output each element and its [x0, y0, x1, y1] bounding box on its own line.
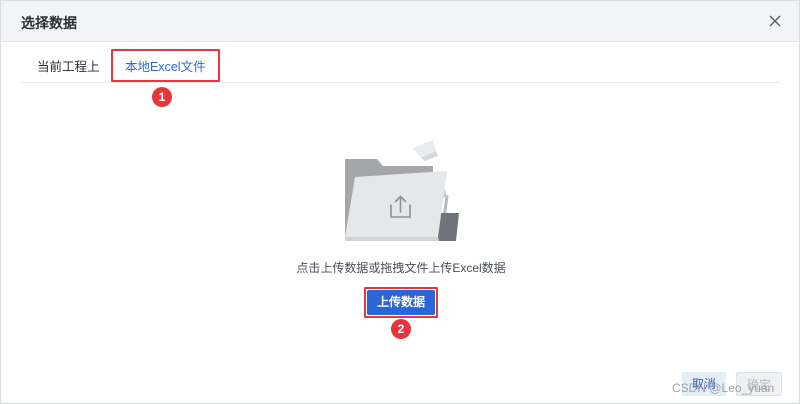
annotation-badge-1: 1 — [152, 87, 172, 107]
confirm-button[interactable]: 确定 — [736, 372, 782, 396]
dialog-title: 选择数据 — [21, 13, 77, 33]
cancel-button[interactable]: 取消 — [682, 372, 726, 396]
tab-bar: 当前工程上 本地Excel文件 — [21, 42, 781, 83]
dialog-header: 选择数据 — [1, 1, 799, 42]
tab-local-excel[interactable]: 本地Excel文件 — [125, 56, 206, 75]
upload-data-button[interactable]: 上传数据 — [367, 290, 435, 315]
select-data-dialog: 选择数据 当前工程上 本地Excel文件 1 — [0, 0, 800, 404]
annotation-badge-2: 2 — [391, 319, 411, 339]
upload-hint-text: 点击上传数据或拖拽文件上传Excel数据 — [1, 259, 800, 276]
close-icon[interactable] — [765, 11, 785, 31]
tab-current-project[interactable]: 当前工程上 — [37, 56, 100, 75]
folder-upload-illustration — [337, 137, 469, 245]
